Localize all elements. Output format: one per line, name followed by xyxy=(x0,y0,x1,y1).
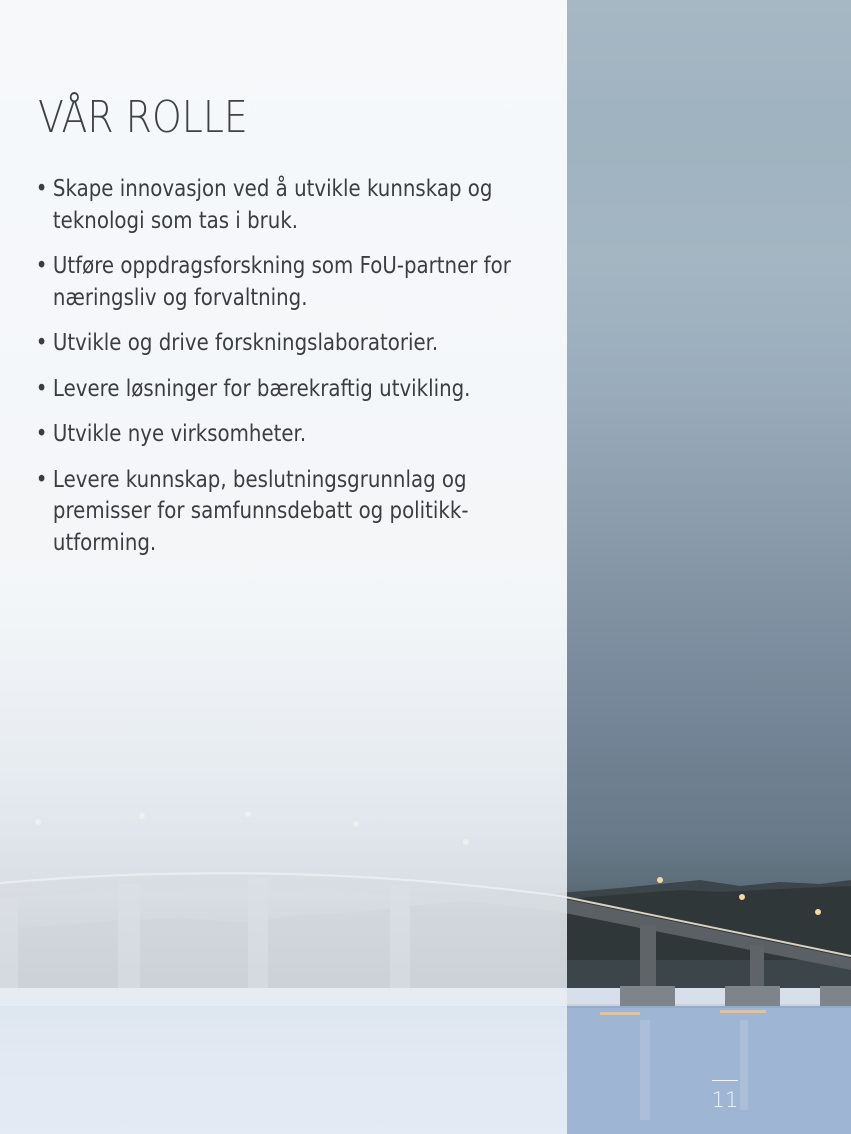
page-number-rule xyxy=(712,1080,738,1081)
bullet-icon: • xyxy=(35,421,48,447)
list-item-text: Levere løsninger for bærekraftig utvikli… xyxy=(52,375,471,402)
list-item: • Utføre oppdragsforskning som FoU-partne… xyxy=(34,251,516,314)
list-item-text: Utvikle nye virksomheter. xyxy=(52,421,307,447)
list-item-text: Utføre oppdragsforskning som FoU-partner… xyxy=(52,253,511,311)
list-item-text: Utvikle og drive forskningslaboratorier. xyxy=(52,330,439,356)
page-title: VÅR ROLLE xyxy=(38,92,248,143)
list-item: • Utvikle og drive forskningslaboratorier… xyxy=(34,328,516,360)
bullet-icon: • xyxy=(35,176,48,202)
list-item-text: Levere kunnskap, beslutningsgrunnlag og … xyxy=(52,466,469,556)
list-item-text: Skape innovasjon ved å utvikle kunnskap … xyxy=(52,176,493,234)
list-item: • Levere løsninger for bærekraftig utvikl… xyxy=(34,374,516,406)
bullet-icon: • xyxy=(35,375,48,402)
list-item: • Skape innovasjon ved å utvikle kunnskap… xyxy=(34,174,516,237)
list-item: • Utvikle nye virksomheter. xyxy=(34,419,516,451)
list-item: • Levere kunnskap, beslutningsgrunnlag og… xyxy=(34,465,516,560)
roles-list: • Skape innovasjon ved å utvikle kunnskap… xyxy=(34,174,516,573)
bullet-icon: • xyxy=(35,466,48,493)
bullet-icon: • xyxy=(35,253,48,279)
page-number: 11 xyxy=(711,1088,739,1112)
bullet-icon: • xyxy=(35,330,48,356)
